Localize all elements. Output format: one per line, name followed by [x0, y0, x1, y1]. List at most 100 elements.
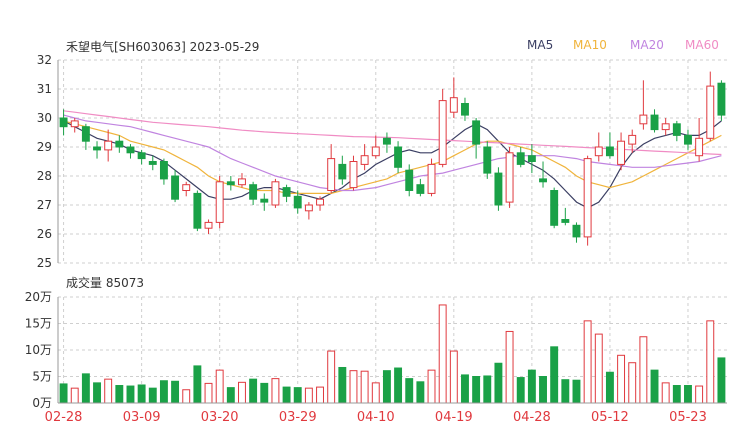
- volume-bar: [483, 375, 492, 404]
- candle: [327, 144, 336, 194]
- date-tick-label: 02-28: [45, 410, 83, 425]
- candle-body: [405, 169, 414, 191]
- price-tick-label: 30: [37, 111, 52, 125]
- candle: [561, 207, 570, 226]
- candlesticks: [59, 71, 726, 246]
- candle-body: [539, 178, 547, 183]
- volume-bar: [449, 350, 458, 404]
- candle: [661, 118, 670, 136]
- volume-bar: [394, 367, 403, 404]
- candle: [215, 176, 224, 229]
- candle: [193, 190, 202, 232]
- candle-body: [461, 103, 469, 116]
- candle-body: [148, 161, 157, 165]
- volume-bar: [371, 382, 380, 404]
- candle-body: [360, 155, 369, 165]
- volume-bar: [126, 385, 135, 404]
- volume-bar: [171, 380, 180, 404]
- volume-bar: [260, 382, 269, 404]
- candle: [304, 202, 313, 220]
- candle: [360, 144, 369, 171]
- candle-body: [371, 146, 380, 157]
- candle: [672, 120, 681, 142]
- candle: [182, 181, 191, 197]
- candle: [349, 155, 358, 191]
- candle-body: [104, 140, 113, 151]
- candle-body: [316, 198, 324, 206]
- volume-bar: [427, 369, 436, 404]
- candle: [472, 118, 481, 159]
- candle: [605, 132, 614, 159]
- candle: [449, 77, 458, 118]
- candle-body: [661, 123, 670, 131]
- date-tick-label: 04-19: [435, 410, 473, 425]
- candle: [382, 132, 391, 153]
- candle-body: [382, 137, 391, 145]
- price-y-axis: 25 26 27 28 29 30 31 32: [37, 53, 59, 270]
- volume-bar: [293, 387, 302, 404]
- volume-y-axis: 0万 5万 10万 15万 20万: [25, 290, 59, 410]
- date-tick-label: 04-28: [513, 410, 551, 425]
- candle: [483, 141, 492, 179]
- volume-bar: [215, 369, 224, 404]
- volume-bar: [115, 385, 124, 404]
- candle-body: [527, 155, 536, 162]
- candle: [594, 132, 603, 162]
- volume-bar: [650, 369, 659, 404]
- candle: [81, 123, 90, 150]
- volume-tick-label: 10万: [25, 343, 52, 357]
- candle: [505, 147, 514, 208]
- volume-bar: [282, 386, 291, 404]
- candle-body: [238, 178, 246, 186]
- candle: [494, 167, 503, 211]
- date-tick-label: 03-29: [279, 410, 317, 425]
- candle-body: [126, 146, 135, 154]
- date-tick-label: 04-10: [357, 410, 395, 425]
- volume-bar: [238, 381, 246, 404]
- candle-body: [672, 123, 681, 136]
- volume-bar: [494, 362, 503, 404]
- candle-body: [416, 184, 425, 194]
- candle: [572, 222, 581, 243]
- volume-bar: [304, 387, 313, 404]
- candle-body: [561, 219, 570, 223]
- volume-bar: [327, 350, 336, 404]
- candle-body: [59, 117, 68, 128]
- candle-body: [583, 158, 592, 238]
- candle: [717, 80, 726, 121]
- volume-bar: [438, 304, 447, 404]
- candle-body: [260, 198, 269, 203]
- volume-bar: [93, 382, 101, 404]
- candle-body: [505, 152, 514, 203]
- volume-bar: [338, 366, 347, 404]
- candle: [70, 118, 79, 133]
- volume-tick-label: 5万: [32, 370, 52, 384]
- volume-bar: [561, 379, 570, 404]
- volume-bar: [316, 386, 324, 404]
- volume-bar: [695, 385, 704, 404]
- candle-body: [550, 190, 559, 226]
- date-tick-label: 05-23: [669, 410, 707, 425]
- candle: [282, 184, 291, 203]
- candle: [550, 187, 559, 229]
- volume-bar: [382, 370, 391, 404]
- candle-body: [338, 163, 347, 180]
- candle-body: [483, 146, 492, 174]
- candle-body: [271, 181, 280, 206]
- candle-body: [215, 181, 224, 223]
- candle: [650, 109, 659, 133]
- candle-body: [628, 134, 637, 145]
- volume-bar: [539, 376, 547, 404]
- volume-bar: [461, 374, 469, 404]
- price-tick-label: 28: [37, 169, 52, 183]
- candle: [639, 80, 648, 130]
- candle: [171, 170, 180, 203]
- volume-bar: [249, 378, 258, 404]
- candle: [59, 109, 68, 136]
- candle-body: [81, 126, 90, 142]
- candle-body: [717, 82, 726, 116]
- candle: [148, 155, 157, 171]
- volume-bar: [182, 389, 191, 404]
- price-grid: [58, 59, 727, 264]
- volume-bar: [405, 378, 414, 404]
